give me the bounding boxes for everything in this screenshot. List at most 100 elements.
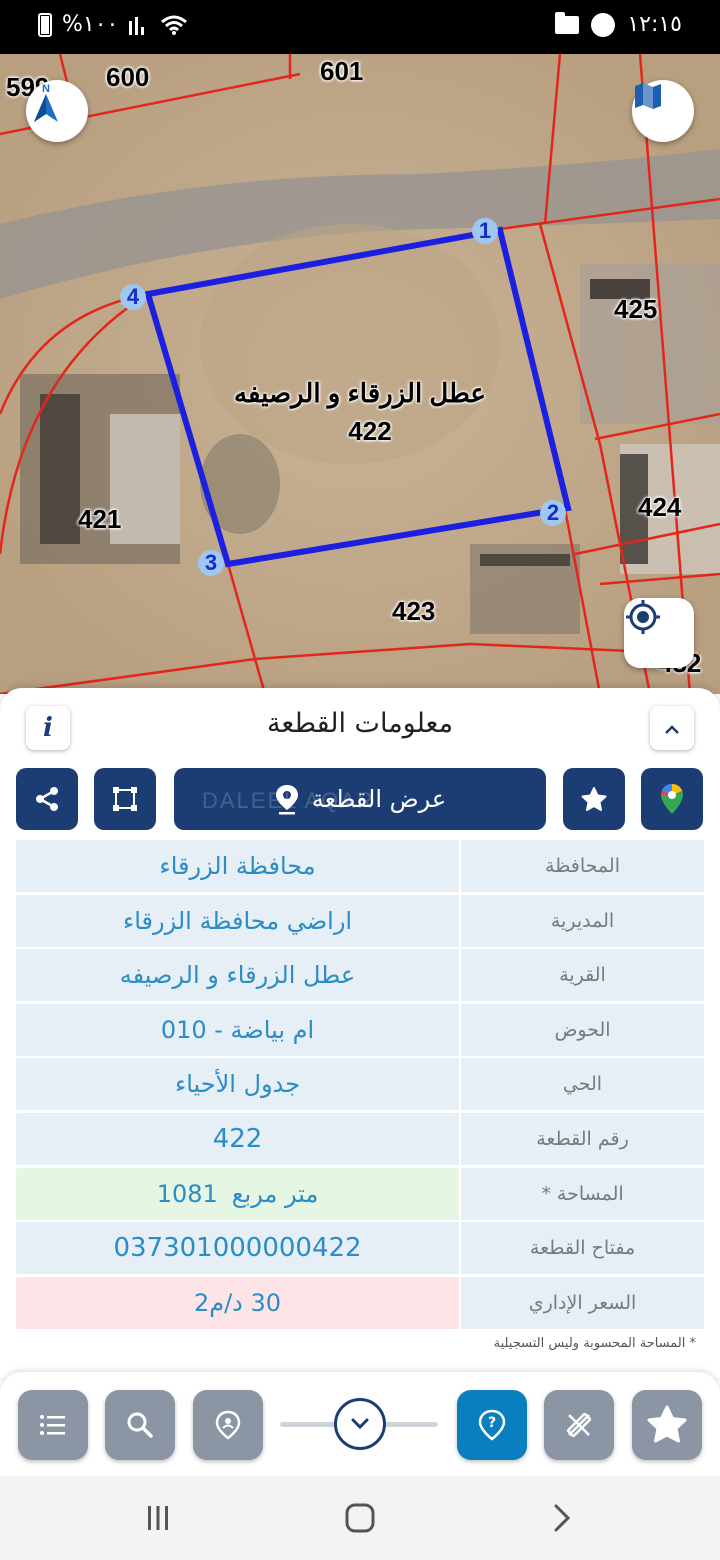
parcel-number-value: 422 bbox=[16, 1112, 459, 1165]
building-shadow bbox=[40, 394, 80, 544]
folder-icon bbox=[555, 11, 580, 34]
detail-row-neighborhood: جدول الأحياء الحي bbox=[16, 1058, 704, 1111]
list-button[interactable] bbox=[18, 1390, 88, 1460]
parcel-label-423[interactable]: 423 bbox=[392, 596, 435, 627]
parcel-label-421[interactable]: 421 bbox=[78, 504, 121, 535]
star-icon bbox=[581, 787, 607, 811]
building-shadow bbox=[480, 554, 570, 566]
google-maps-button[interactable] bbox=[641, 768, 703, 830]
admin-price-label: السعر الإداري bbox=[461, 1276, 704, 1329]
village-value: عطل الزرقاء و الرصيفه bbox=[16, 949, 459, 1002]
system-nav-bar bbox=[0, 1476, 720, 1560]
messenger-icon bbox=[591, 12, 616, 37]
selected-parcel-number: 422 bbox=[348, 416, 392, 446]
status-bar: %١٠٠ ١٢:١٥ bbox=[0, 0, 720, 54]
map-canvas bbox=[0, 54, 720, 694]
map-layers-button[interactable] bbox=[632, 80, 694, 142]
show-parcel-label: عرض القطعة bbox=[311, 785, 447, 813]
crosshair-icon bbox=[626, 600, 660, 634]
detail-row-village: عطل الزرقاء و الرصيفه القرية bbox=[16, 949, 704, 1002]
parcel-key-label: مفتاح القطعة bbox=[461, 1222, 704, 1275]
list-icon bbox=[40, 1415, 65, 1435]
share-icon bbox=[36, 787, 58, 811]
detail-row-parcel-key: 037301000000422 مفتاح القطعة bbox=[16, 1222, 704, 1275]
directorate-value: اراضي محافظة الزرقاء bbox=[16, 894, 459, 947]
recents-icon bbox=[148, 1506, 168, 1530]
sheet-title: معلومات القطعة bbox=[266, 708, 454, 739]
vertex-3[interactable]: 3 bbox=[198, 550, 224, 576]
wifi-icon bbox=[161, 15, 188, 35]
polygon-select-icon bbox=[113, 787, 137, 811]
village-label: القرية bbox=[461, 949, 704, 1002]
question-pin-icon: ? bbox=[478, 1409, 506, 1441]
favorites-button[interactable] bbox=[632, 1390, 702, 1460]
area-label: المساحة * bbox=[461, 1167, 704, 1220]
parcel-label-600[interactable]: 600 bbox=[106, 62, 149, 93]
chevron-up-icon bbox=[665, 724, 679, 734]
back-button[interactable] bbox=[542, 1498, 582, 1538]
neighborhood-label: الحي bbox=[461, 1058, 704, 1111]
status-right: ١٢:١٥ bbox=[555, 11, 682, 37]
recent-apps-button[interactable] bbox=[138, 1498, 178, 1538]
parcel-label-601[interactable]: 601 bbox=[320, 56, 363, 87]
parcel-label-424[interactable]: 424 bbox=[638, 492, 681, 523]
status-left: %١٠٠ bbox=[38, 12, 188, 37]
area-value: متر مربع 1081 bbox=[16, 1167, 459, 1220]
chevron-down-icon bbox=[351, 1418, 369, 1430]
show-parcel-button[interactable]: عرض القطعة bbox=[174, 768, 546, 830]
parcel-number-label: رقم القطعة bbox=[461, 1112, 704, 1165]
directorate-label: المديرية bbox=[461, 894, 704, 947]
star-icon bbox=[647, 1405, 687, 1443]
parcel-details-table: محافظة الزرقاء المحافظة اراضي محافظة الز… bbox=[16, 840, 704, 1331]
map-view[interactable]: 599 600 601 425 424 421 423 432 عطل الزر… bbox=[0, 54, 720, 694]
share-button[interactable] bbox=[16, 768, 78, 830]
my-location-button[interactable] bbox=[624, 598, 694, 668]
parcel-info-sheet: i معلومات القطعة عرض القطعة محافظة الزرق… bbox=[0, 688, 720, 1378]
svg-text:N: N bbox=[42, 83, 50, 95]
search-button[interactable] bbox=[105, 1390, 175, 1460]
governorate-value: محافظة الزرقاء bbox=[16, 840, 459, 892]
vertex-2[interactable]: 2 bbox=[540, 500, 566, 526]
governorate-label: المحافظة bbox=[461, 840, 704, 892]
parcel-label-425[interactable]: 425 bbox=[614, 294, 657, 325]
home-icon bbox=[345, 1503, 375, 1533]
location-button[interactable] bbox=[193, 1390, 263, 1460]
bottom-toolbar: ? bbox=[0, 1372, 720, 1476]
status-time: ١٢:١٥ bbox=[627, 12, 682, 37]
area-footnote: * المساحة المحسوبة وليس التسجيلية bbox=[493, 1336, 696, 1351]
area-unit: متر مربع bbox=[231, 1179, 319, 1208]
compass-icon: N bbox=[34, 83, 58, 122]
parcel-query-button[interactable]: ? bbox=[457, 1390, 527, 1460]
person-pin-icon bbox=[215, 1410, 241, 1440]
favorite-button[interactable] bbox=[563, 768, 625, 830]
neighborhood-value: جدول الأحياء bbox=[16, 1058, 459, 1111]
detail-row-directorate: اراضي محافظة الزرقاء المديرية bbox=[16, 894, 704, 947]
area-number: 1081 bbox=[156, 1179, 218, 1208]
home-button[interactable] bbox=[340, 1498, 380, 1538]
vertex-1[interactable]: 1 bbox=[472, 218, 498, 244]
back-chevron-icon bbox=[554, 1504, 571, 1532]
selected-parcel-village: عطل الزرقاء و الرصيفه bbox=[234, 378, 486, 408]
parcel-key-value[interactable]: 037301000000422 bbox=[16, 1222, 459, 1275]
compass-button[interactable]: N bbox=[26, 80, 88, 142]
measure-icon bbox=[566, 1412, 592, 1438]
battery-icon bbox=[38, 12, 52, 37]
measure-tool-button[interactable] bbox=[544, 1390, 614, 1460]
draw-shape-button[interactable] bbox=[94, 768, 156, 830]
vertex-4[interactable]: 4 bbox=[120, 284, 146, 310]
detail-row-admin-price: 30 د/م2 السعر الإداري bbox=[16, 1276, 704, 1329]
app-screen: %١٠٠ ١٢:١٥ 599 600 601 425 424 421 423 ع… bbox=[0, 0, 720, 1560]
basin-label: الحوض bbox=[461, 1003, 704, 1056]
map-icon bbox=[635, 83, 661, 109]
detail-row-basin: ام بياضة - 010 الحوض bbox=[16, 1003, 704, 1056]
detail-row-governorate: محافظة الزرقاء المحافظة bbox=[16, 840, 704, 892]
panel-toggle-knob[interactable] bbox=[334, 1398, 386, 1450]
signal-icon bbox=[129, 16, 145, 35]
detail-row-area: متر مربع 1081 المساحة * bbox=[16, 1167, 704, 1220]
battery-percent: %١٠٠ bbox=[62, 12, 119, 37]
collapse-button[interactable] bbox=[650, 706, 694, 750]
svg-text:?: ? bbox=[488, 1415, 496, 1431]
search-icon bbox=[127, 1412, 153, 1438]
detail-row-parcel-number: 422 رقم القطعة bbox=[16, 1112, 704, 1165]
google-maps-icon bbox=[661, 784, 683, 814]
